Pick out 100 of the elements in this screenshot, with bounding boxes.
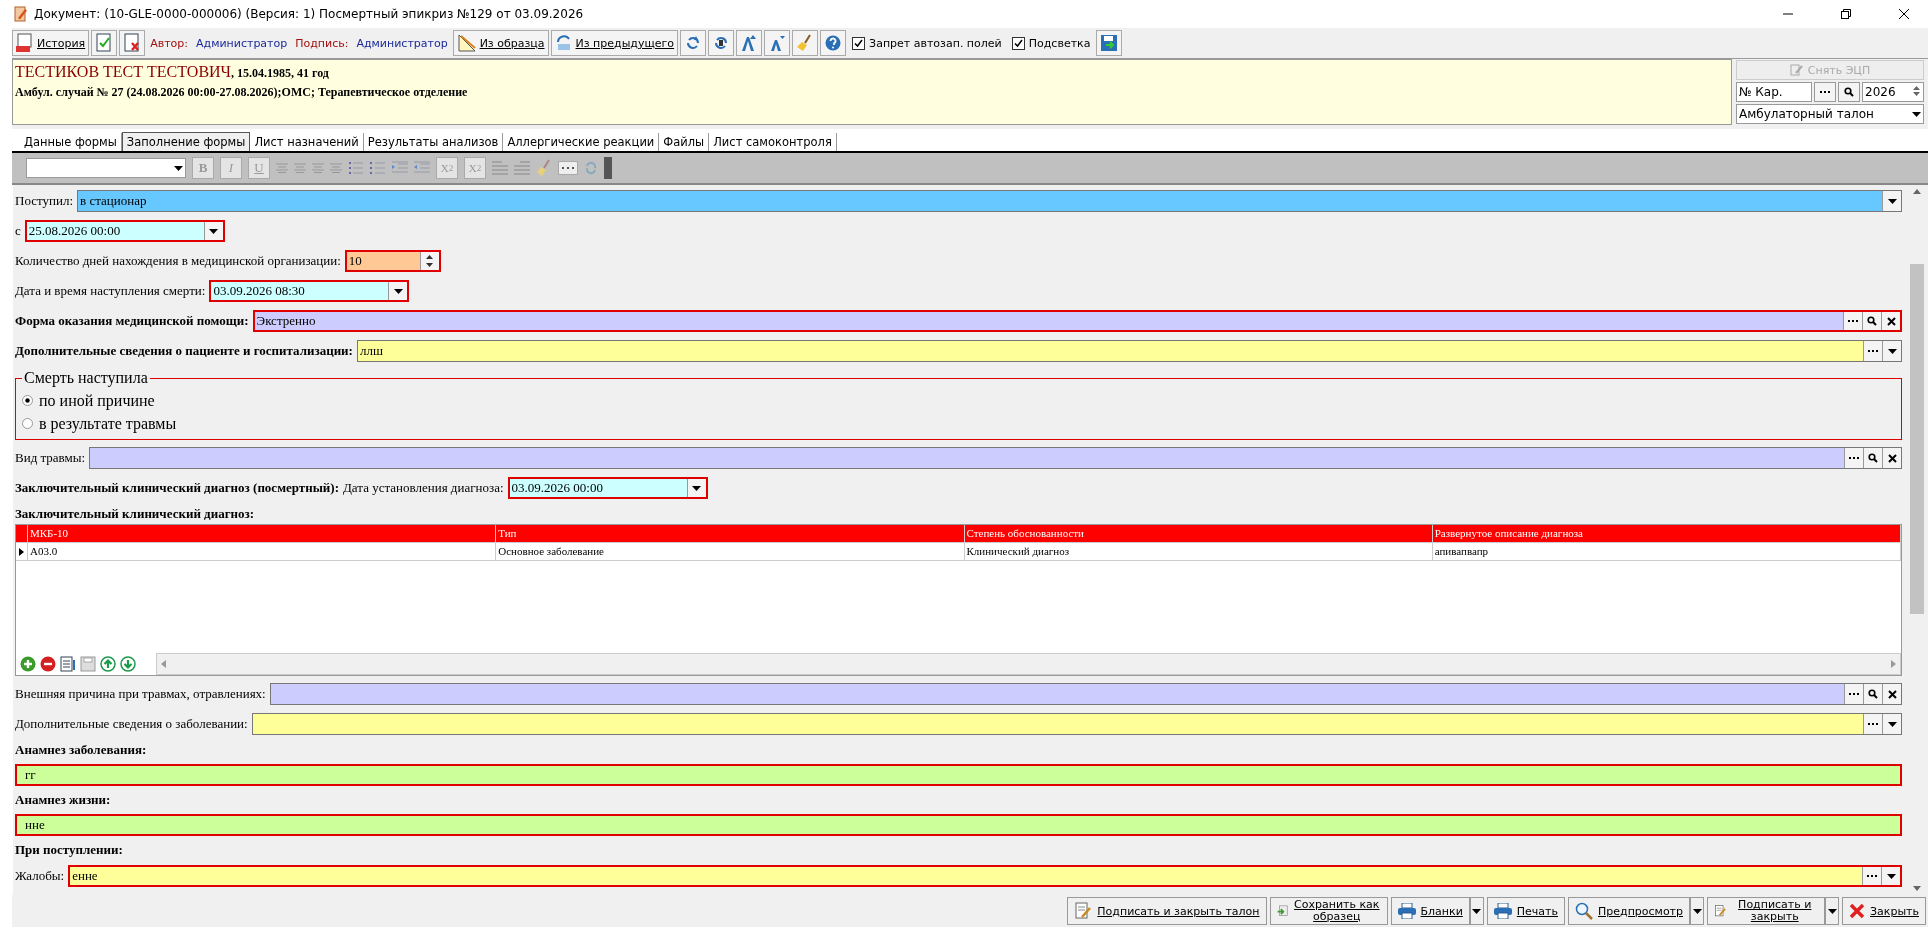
search-icon xyxy=(1844,87,1854,97)
patient-name: ТЕСТИКОВ ТЕСТ ТЕСТОВИЧ xyxy=(15,63,231,80)
check-document-button[interactable] xyxy=(91,30,118,56)
window-title: Документ: (10-GLE-0000-000006) (Версия: 1) Посмертный эпикриз №129 от 03.09.2026 xyxy=(34,7,585,21)
field-label: Дата и время наступления смерти: xyxy=(15,283,206,299)
column-header[interactable]: Тип xyxy=(496,525,965,542)
tab[interactable]: Данные формы xyxy=(20,133,122,151)
lookup-field[interactable]: Экстренно xyxy=(252,310,1902,332)
search-button[interactable] xyxy=(1838,82,1860,102)
caret-icon xyxy=(209,228,219,234)
card-number-field[interactable]: № Кар. xyxy=(1736,82,1812,102)
field-label: Количество дней нахождения в медицинской организации: xyxy=(15,253,341,269)
signature-icon xyxy=(1789,64,1804,76)
caret-icon xyxy=(692,485,701,491)
sign-button[interactable]: Подписать и закрыть талон xyxy=(1067,897,1267,925)
from-template-button[interactable]: Из образца xyxy=(452,30,549,56)
radio-option[interactable]: в результате травмы xyxy=(22,412,1895,435)
text-field[interactable]: гг xyxy=(15,764,1902,786)
table-cell: апивапвапр xyxy=(1432,543,1901,560)
scroll-up-icon[interactable] xyxy=(1913,189,1921,194)
close-button[interactable]: Закрыть xyxy=(1842,897,1926,925)
restore-icon[interactable] xyxy=(1840,8,1852,20)
browse-button[interactable] xyxy=(1814,82,1836,102)
close-icon[interactable] xyxy=(1898,8,1910,20)
current-row-icon xyxy=(19,547,24,556)
move-up-icon[interactable] xyxy=(100,656,116,672)
caret-icon xyxy=(1887,198,1897,204)
column-header[interactable]: Развернутое описание диагноза xyxy=(1432,525,1901,542)
combo-field[interactable] xyxy=(251,713,1902,735)
scroll-left-icon[interactable] xyxy=(161,660,166,668)
print-button[interactable]: Бланки xyxy=(1390,897,1470,925)
scroll-down-icon[interactable] xyxy=(1913,886,1921,891)
author-name: Администратор xyxy=(195,36,289,50)
field-label: Дополнительные сведения о заболевании: xyxy=(15,716,248,732)
horizontal-scrollbar[interactable] xyxy=(156,653,1901,675)
column-header[interactable]: МКБ-10 xyxy=(28,525,497,542)
date-field[interactable]: 03.09.2026 08:30 xyxy=(209,280,410,302)
sign-button[interactable]: Подписать и закрыть xyxy=(1707,897,1825,925)
preview-button[interactable]: Предпросмотр xyxy=(1568,897,1690,925)
section-heading: При поступлении: xyxy=(15,842,124,858)
text-field[interactable]: нне xyxy=(15,814,1902,836)
combo-field[interactable]: енне xyxy=(68,865,1902,887)
save-exit-button[interactable] xyxy=(1096,30,1123,56)
table-cell: A03.0 xyxy=(28,543,497,560)
help-button[interactable] xyxy=(820,30,847,56)
refresh-button[interactable] xyxy=(680,30,707,56)
history-button[interactable]: История xyxy=(12,30,90,56)
checkmark-icon xyxy=(854,38,864,48)
section-heading: Анамнез жизни: xyxy=(15,792,112,808)
document-type-select[interactable]: Амбулаторный талон xyxy=(1736,104,1924,124)
year-spinner[interactable]: 2026 xyxy=(1862,82,1924,102)
ruler-pencil-icon xyxy=(456,33,477,53)
edit-icon[interactable] xyxy=(60,656,76,672)
tab[interactable]: Лист назначений xyxy=(250,133,364,151)
column-header[interactable]: Степень обоснованности xyxy=(964,525,1433,542)
dropdown-button[interactable] xyxy=(1690,897,1704,925)
date-field[interactable]: 03.09.2026 00:00 xyxy=(507,477,708,499)
checkbox[interactable]: Подсветка xyxy=(1011,36,1091,50)
tab[interactable]: Лист самоконтроля xyxy=(709,133,837,151)
tab[interactable]: Заполнение формы xyxy=(121,132,251,151)
copy-previous-icon xyxy=(554,34,573,52)
combo-field[interactable]: ллш xyxy=(356,340,1902,362)
reload-button[interactable] xyxy=(708,30,735,56)
tab[interactable]: Аллергические реакции xyxy=(503,133,660,151)
field-label: Жалобы: xyxy=(15,868,65,884)
radio-option[interactable]: по иной причине xyxy=(22,389,1895,412)
from-previous-button[interactable]: Из предыдущего xyxy=(550,30,679,56)
radio-button[interactable] xyxy=(22,395,33,406)
add-icon[interactable] xyxy=(20,656,36,672)
lookup-field[interactable] xyxy=(89,447,1902,469)
sign-document-icon xyxy=(1074,902,1093,920)
tab[interactable]: Файлы xyxy=(659,133,710,151)
clear-icon xyxy=(1887,689,1897,699)
search-icon xyxy=(1868,689,1878,699)
field-label: Внешняя причина при травмах, отравлениях: xyxy=(15,686,266,702)
move-down-icon[interactable] xyxy=(120,656,136,672)
remove-icon[interactable] xyxy=(40,656,56,672)
broom-button[interactable] xyxy=(792,30,819,56)
select-field[interactable]: в стационар xyxy=(77,190,1902,212)
font-larger-button[interactable] xyxy=(736,30,763,56)
field-label: Дата установления диагноза: xyxy=(343,480,504,496)
caret-icon xyxy=(1912,111,1921,117)
tab[interactable]: Результаты анализов xyxy=(363,133,504,151)
save-button[interactable]: Сохранить как образец xyxy=(1269,897,1388,925)
number-field[interactable]: 10 xyxy=(344,250,441,272)
scroll-right-icon[interactable] xyxy=(1891,660,1896,668)
print-button[interactable]: Печать xyxy=(1486,897,1565,925)
radio-button[interactable] xyxy=(22,418,33,429)
dropdown-button[interactable] xyxy=(1825,897,1839,925)
case-info: Амбул. случай № 27 (24.08.2026 00:00-27.08.2026);ОМС; Терапевтическое отделение xyxy=(15,85,469,100)
date-field[interactable]: 25.08.2026 00:00 xyxy=(24,220,225,242)
lookup-field[interactable] xyxy=(269,683,1902,705)
field-heading: Заключительный клинический диагноз (посмертный): xyxy=(15,480,339,496)
font-smaller-button[interactable] xyxy=(764,30,791,56)
delete-document-button[interactable] xyxy=(119,30,146,56)
save-icon[interactable] xyxy=(80,656,96,672)
close-icon xyxy=(1849,903,1865,919)
caret-icon xyxy=(1692,908,1702,914)
checkbox[interactable]: Запрет автозап. полей xyxy=(852,36,1002,50)
field-label: Форма оказания медицинской помощи: xyxy=(15,313,249,329)
